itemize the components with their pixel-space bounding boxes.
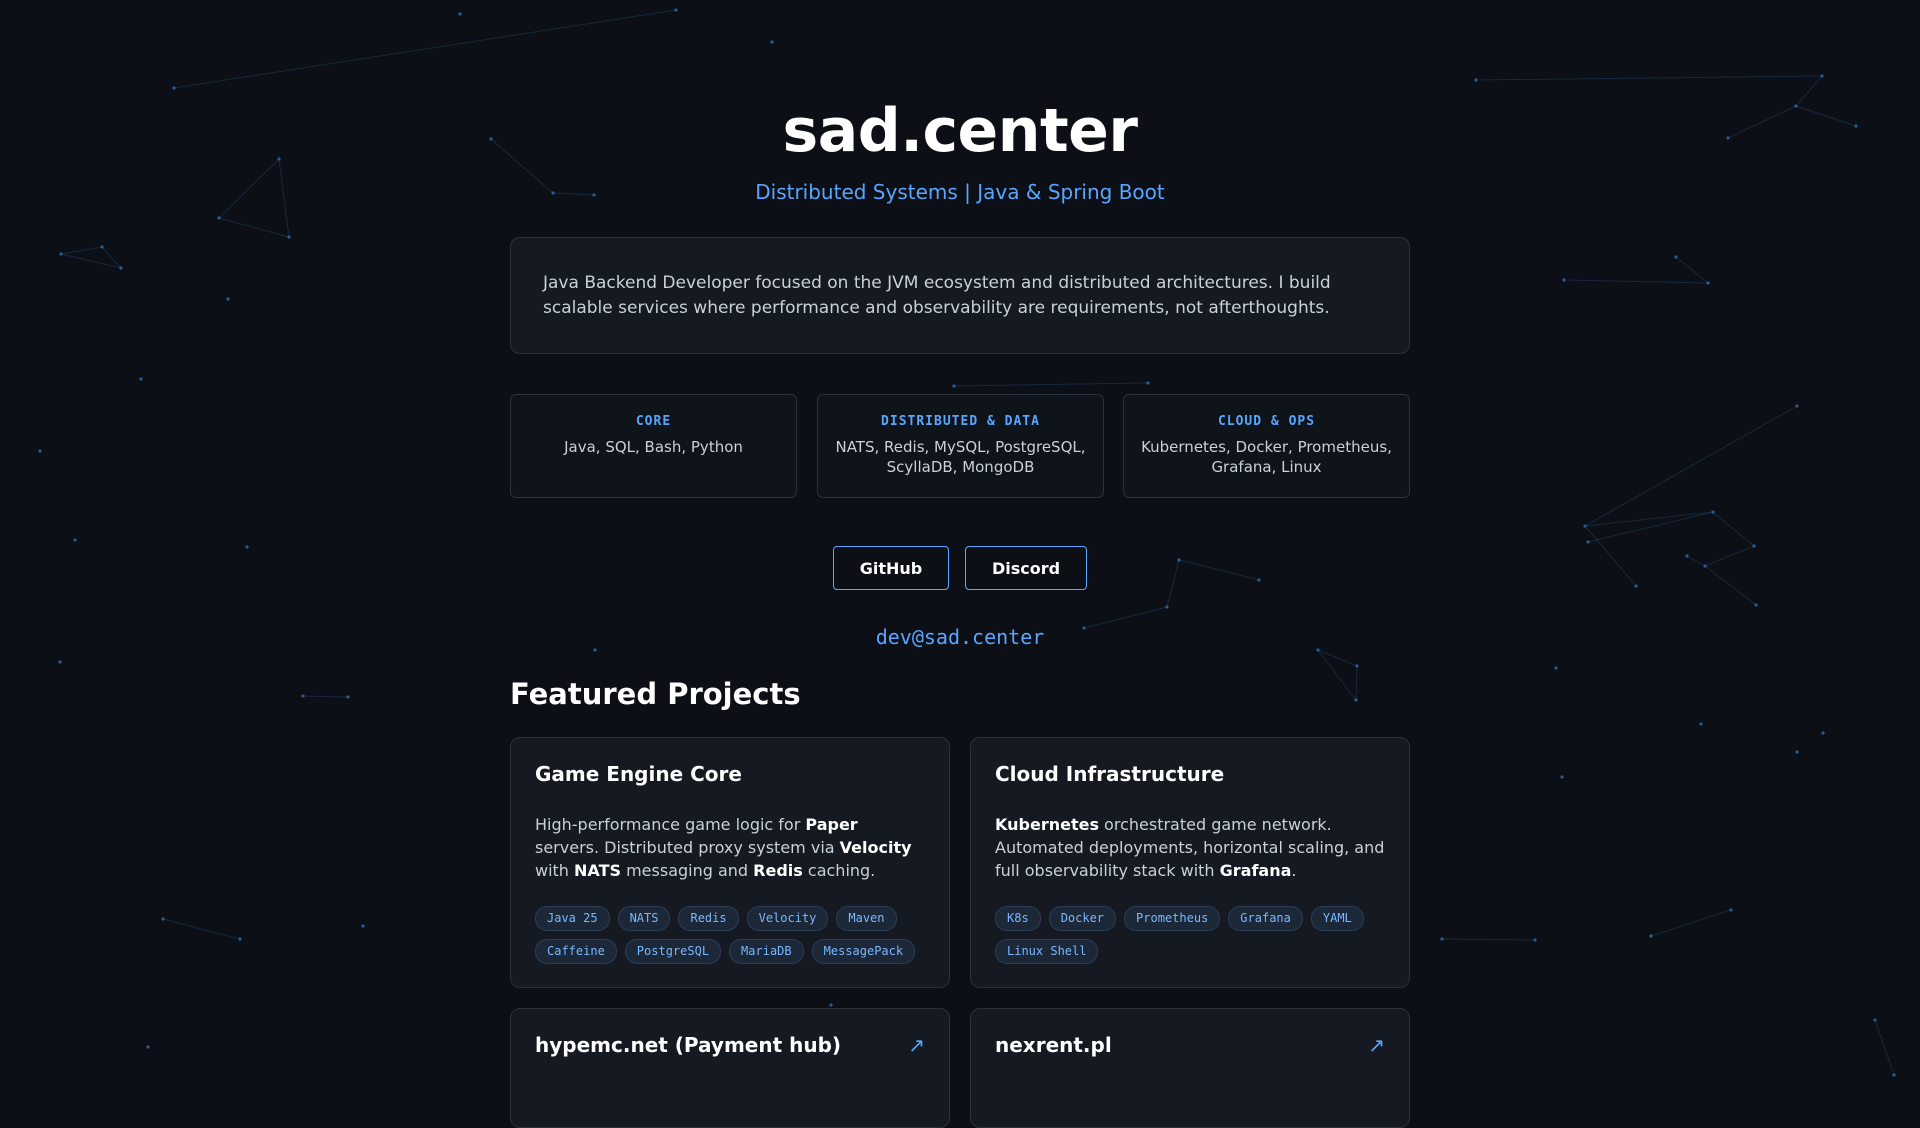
tech-tag: Grafana [1228,906,1303,931]
highlight-term: Redis [753,861,803,880]
description-text: servers. Distributed proxy system via [535,838,840,857]
about-card: Java Backend Developer focused on the JV… [510,237,1410,354]
tech-tag: NATS [617,906,671,931]
tech-tag: Linux Shell [995,939,1099,964]
skill-card-core: CORE Java, SQL, Bash, Python [510,394,797,498]
skill-card-distributed: DISTRIBUTED & DATA NATS, Redis, MySQL, P… [817,394,1104,498]
project-title: Game Engine Core [535,762,742,786]
tech-tag: MessagePack [811,939,916,964]
skill-title: CORE [635,414,672,429]
tag-list: Java 25 NATS Redis Velocity Maven Caffeine Pos… [535,906,925,964]
project-description: High-performance game logic for Paper se… [535,813,925,882]
highlight-term: Grafana [1219,861,1292,880]
highlight-term: Velocity [839,838,912,857]
external-link-icon[interactable]: ↗ [908,1033,925,1057]
tech-tag: YAML [1310,906,1364,931]
tech-tag: Java 25 [535,906,610,931]
skill-items: Java, SQL, Bash, Python [564,438,743,456]
skill-title: CLOUD & OPS [1217,414,1316,429]
skill-items: NATS, Redis, MySQL, PostgreSQL, ScyllaDB… [835,438,1086,476]
project-card-nexrent[interactable]: nexrent.pl ↗ [970,1008,1410,1128]
skill-items: Kubernetes, Docker, Prometheus, Grafana,… [1141,438,1392,476]
external-link-icon[interactable]: ↗ [1368,1033,1385,1057]
project-title: nexrent.pl [995,1033,1112,1057]
tech-tag: Velocity [746,906,829,931]
project-card-game-engine: Game Engine Core High-performance game l… [510,737,950,988]
tech-tag: K8s [995,906,1041,931]
tech-tag: MariaDB [729,939,804,964]
description-text: . [1291,861,1297,880]
skill-card-cloud: CLOUD & OPS Kubernetes, Docker, Promethe… [1123,394,1410,498]
project-title: hypemc.net (Payment hub) [535,1033,842,1057]
tagline: Distributed Systems | Java & Spring Boot [755,180,1165,204]
project-description: Kubernetes orchestrated game network. Au… [995,813,1385,882]
highlight-term: NATS [574,861,621,880]
highlight-term: Kubernetes [995,815,1099,834]
tag-list: K8s Docker Prometheus Grafana YAML Linux Shel… [995,906,1385,964]
description-text: High-performance game logic for [535,815,806,834]
description-text: caching. [802,861,876,880]
tech-tag: PostgreSQL [624,939,722,964]
site-title: sad.center [782,96,1138,166]
highlight-term: Paper [805,815,858,834]
project-title: Cloud Infrastructure [995,762,1225,786]
tech-tag: Docker [1048,906,1117,931]
github-button[interactable]: GitHub [833,546,949,590]
tech-tag: Prometheus [1124,906,1221,931]
discord-button[interactable]: Discord [965,546,1087,590]
tech-tag: Maven [836,906,897,931]
email-link[interactable]: dev@sad.center [510,625,1410,649]
skill-title: DISTRIBUTED & DATA [881,414,1040,429]
about-text: Java Backend Developer focused on the JV… [543,273,1331,318]
project-card-hypemc[interactable]: hypemc.net (Payment hub) ↗ [510,1008,950,1128]
tech-tag: Caffeine [535,939,617,964]
description-text: with [535,861,575,880]
tech-tag: Redis [678,906,739,931]
project-card-cloud-infra: Cloud Infrastructure Kubernetes orchestr… [970,737,1410,988]
projects-heading: Featured Projects [510,677,801,711]
description-text: messaging and [621,861,754,880]
